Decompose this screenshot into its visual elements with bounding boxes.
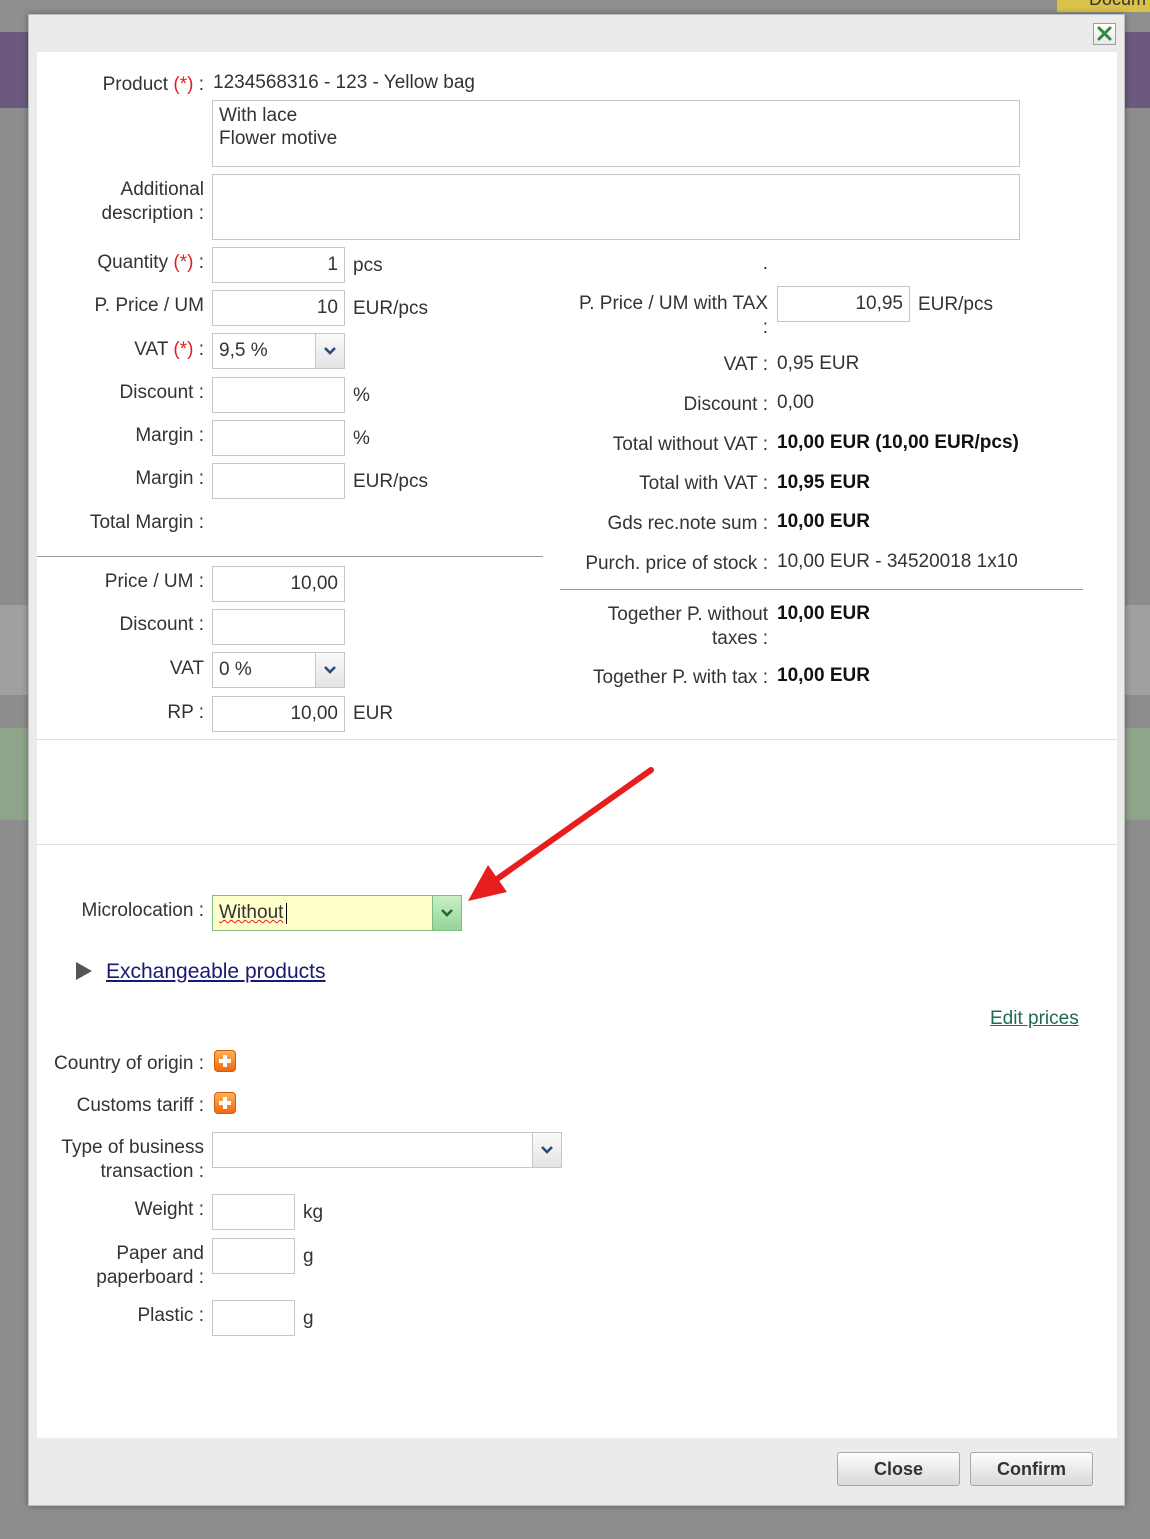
close-button[interactable]: Close (837, 1452, 960, 1486)
edit-prices-link[interactable]: Edit prices (990, 1008, 1079, 1030)
paper-unit: g (303, 1246, 314, 1267)
rp-label: RP : (167, 702, 204, 723)
product-label: Product (*) : (102, 74, 204, 95)
vat-label: VAT (*) : (134, 339, 204, 360)
right-dot: . (762, 253, 768, 274)
text-cursor (286, 903, 287, 924)
margin-percent-label: Margin : (135, 425, 204, 446)
background-document-tab-label: Docum (1089, 0, 1146, 10)
rp-unit: EUR (353, 703, 394, 724)
purch-price-stock-label: Purch. price of stock : (585, 553, 768, 574)
add-customs-tariff-icon[interactable] (214, 1092, 236, 1114)
retail-vat-select[interactable]: 0 % (212, 652, 345, 688)
product-description-textarea[interactable]: With lace Flower motive (212, 100, 1020, 167)
expand-triangle-icon[interactable] (75, 961, 93, 981)
margin-percent-unit: % (353, 428, 370, 449)
discount-label: Discount : (119, 382, 204, 403)
gds-rec-note-sum-label: Gds rec.note sum : (607, 513, 768, 534)
chevron-down-icon[interactable] (532, 1133, 561, 1167)
total-margin-label: Total Margin : (89, 512, 204, 533)
product-value: 1234568316 - 123 - Yellow bag (213, 72, 476, 93)
microlocation-label: Microlocation : (81, 900, 205, 921)
retail-vat-label: VAT (169, 658, 204, 679)
retail-vat-select-value: 0 % (219, 659, 252, 680)
customs-tariff-label: Customs tariff : (76, 1095, 204, 1116)
close-x-icon (1097, 26, 1112, 41)
background-document-tab[interactable]: Docum (1057, 0, 1150, 12)
margin-eur-input[interactable] (212, 463, 345, 499)
retail-price-um-label: Price / UM : (104, 571, 204, 592)
chevron-down-icon[interactable] (315, 334, 344, 368)
p-price-um-unit: EUR/pcs (353, 298, 428, 319)
p-price-tax-input[interactable]: 10,95 (777, 286, 910, 322)
right-vat-value: 0,95 EUR (777, 353, 860, 374)
dialog-close-button[interactable] (1093, 23, 1116, 45)
purch-price-stock-value: 10,00 EUR - 34520018 1x10 (777, 551, 1018, 572)
together-with-tax-label: Together P. with tax : (593, 667, 768, 688)
retail-discount-input[interactable] (212, 609, 345, 645)
paper-label: Paper and paperboard : (96, 1243, 204, 1288)
product-description-line-2: Flower motive (219, 128, 338, 149)
quantity-label: Quantity (*) : (97, 252, 204, 273)
weight-label: Weight : (134, 1199, 204, 1220)
right-vat-label: VAT : (723, 354, 768, 375)
business-transaction-select[interactable] (212, 1132, 562, 1168)
right-discount-label: Discount : (683, 394, 768, 415)
margin-eur-unit: EUR/pcs (353, 471, 428, 492)
weight-unit: kg (303, 1202, 324, 1223)
plastic-label: Plastic : (137, 1305, 204, 1326)
retail-price-um-input[interactable]: 10,00 (212, 566, 345, 602)
p-price-tax-label: P. Price / UM with TAX : (579, 293, 768, 338)
microlocation-combobox[interactable]: Without (212, 895, 462, 931)
total-with-vat-value: 10,95 EUR (777, 472, 870, 493)
margin-eur-label: Margin : (135, 468, 204, 489)
additional-description-textarea[interactable] (212, 174, 1020, 240)
product-description-line-1: With lace (219, 105, 298, 126)
section-divider-1 (37, 739, 1117, 740)
together-without-taxes-value: 10,00 EUR (777, 603, 870, 624)
required-marker: (*) (173, 252, 194, 273)
business-transaction-label: Type of business transaction : (61, 1137, 204, 1182)
p-price-um-input[interactable]: 10 (212, 290, 345, 326)
gds-rec-note-sum-value: 10,00 EUR (777, 511, 870, 532)
retail-discount-label: Discount : (119, 614, 204, 635)
exchangeable-products-link[interactable]: Exchangeable products (106, 960, 326, 984)
p-price-tax-unit: EUR/pcs (918, 294, 993, 315)
confirm-button[interactable]: Confirm (970, 1452, 1093, 1486)
required-marker: (*) (173, 74, 194, 95)
country-of-origin-label: Country of origin : (54, 1053, 204, 1074)
total-without-vat-label: Total without VAT : (612, 434, 768, 455)
right-discount-value: 0,00 (777, 392, 814, 413)
additional-description-label: Additional description : (101, 179, 204, 224)
discount-input[interactable] (212, 377, 345, 413)
vat-select-value: 9,5 % (219, 340, 268, 361)
weight-input[interactable] (212, 1194, 295, 1230)
chevron-down-icon[interactable] (432, 896, 461, 930)
required-marker: (*) (173, 339, 194, 360)
red-arrow-annotation (468, 767, 654, 901)
p-price-um-label: P. Price / UM (94, 295, 204, 316)
margin-percent-input[interactable] (212, 420, 345, 456)
microlocation-value[interactable]: Without (219, 896, 283, 930)
quantity-unit: pcs (353, 255, 383, 276)
paper-input[interactable] (212, 1238, 295, 1274)
right-divider (560, 589, 1083, 590)
left-divider (37, 556, 543, 557)
together-without-taxes-label: Together P. without taxes : (607, 604, 768, 649)
together-with-tax-value: 10,00 EUR (777, 665, 870, 686)
discount-unit: % (353, 385, 370, 406)
vat-select[interactable]: 9,5 % (212, 333, 345, 369)
add-country-of-origin-icon[interactable] (214, 1050, 236, 1072)
total-with-vat-label: Total with VAT : (639, 473, 768, 494)
plastic-input[interactable] (212, 1300, 295, 1336)
chevron-down-icon[interactable] (315, 653, 344, 687)
plastic-unit: g (303, 1308, 314, 1329)
total-without-vat-value: 10,00 EUR (10,00 EUR/pcs) (777, 432, 1019, 453)
rp-input[interactable]: 10,00 (212, 696, 345, 732)
quantity-input[interactable]: 1 (212, 247, 345, 283)
